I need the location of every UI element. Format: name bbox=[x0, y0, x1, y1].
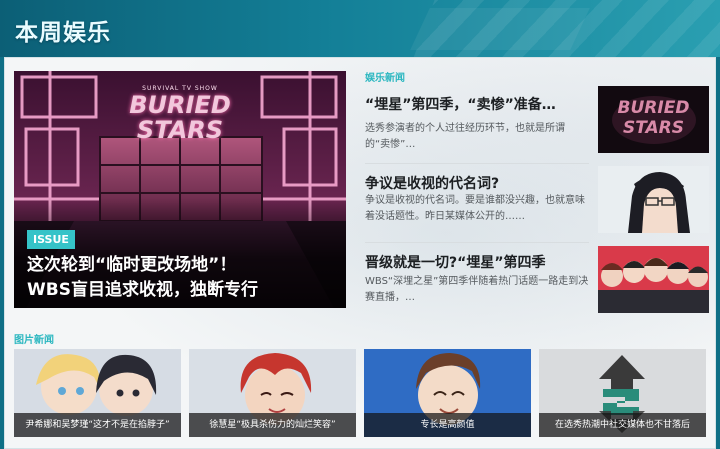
news-title[interactable]: 争议是收视的代名词? bbox=[365, 173, 587, 193]
featured-headline-line: 这次轮到“临时更改场地”！ bbox=[27, 255, 237, 275]
thumbnail-logo-text: BURIED bbox=[617, 98, 690, 118]
featured-headline-line: WBS盲目追求收视，独断专行 bbox=[27, 280, 258, 300]
divider bbox=[365, 242, 589, 243]
thumbnail-logo-text: STARS bbox=[622, 118, 684, 138]
news-thumbnail[interactable] bbox=[598, 246, 709, 313]
header-decoration bbox=[410, 8, 590, 50]
photo-caption: 在选秀热潮中社交媒体也不甘落后 bbox=[539, 413, 706, 437]
photo-card[interactable]: 专长是高颜值 bbox=[364, 349, 531, 437]
photo-card[interactable]: 在选秀热潮中社交媒体也不甘落后 bbox=[539, 349, 706, 437]
news-thumbnail[interactable] bbox=[598, 166, 709, 233]
featured-show-logo: SURVIVAL TV SHOW BURIED STARS bbox=[129, 85, 231, 144]
photo-caption: 专长是高颜值 bbox=[364, 413, 531, 437]
news-item[interactable]: 争议是收视的代名词? 争议是收视的代名词。要是谁都没兴趣，也就意味着没话题性。昨… bbox=[365, 166, 709, 243]
news-item[interactable]: 晋级就是一切?“埋星”第四季 WBS“深埋之星”第四季伴随着热门话题一路走到决赛… bbox=[365, 246, 709, 322]
news-title[interactable]: “埋星”第四季，“卖惨”准备… bbox=[365, 94, 587, 114]
section-label-news: 娱乐新闻 bbox=[365, 73, 405, 84]
news-thumbnail[interactable]: BURIED STARS bbox=[598, 86, 709, 153]
divider bbox=[365, 163, 589, 164]
photo-card[interactable]: 徐慧星“极具杀伤力的灿烂笑容” bbox=[189, 349, 356, 437]
news-title[interactable]: 晋级就是一切?“埋星”第四季 bbox=[365, 252, 587, 272]
news-description: 选秀参演者的个人过往经历环节，也就是所谓的“卖惨”… bbox=[365, 123, 565, 150]
header-bar: 本周娱乐 bbox=[0, 0, 720, 57]
news-description: 争议是收视的代名词。要是谁都没兴趣，也就意味着没话题性。昨日某媒体公开的…… bbox=[365, 195, 585, 222]
issue-badge: ISSUE bbox=[27, 230, 75, 249]
photo-caption: 尹希娜和吴梦瑾“这才不是在掐脖子” bbox=[14, 413, 181, 437]
section-label-photos: 图片新闻 bbox=[14, 335, 54, 346]
featured-article-card[interactable]: SURVIVAL TV SHOW BURIED STARS ISSUE 这次轮到… bbox=[14, 71, 346, 308]
news-item[interactable]: “埋星”第四季，“卖惨”准备… 选秀参演者的个人过往经历环节，也就是所谓的“卖惨… bbox=[365, 86, 709, 164]
featured-headline[interactable]: 这次轮到“临时更改场地”！ WBS盲目追求收视，独断专行 bbox=[27, 253, 337, 303]
photo-card[interactable]: 尹希娜和吴梦瑾“这才不是在掐脖子” bbox=[14, 349, 181, 437]
photo-caption: 徐慧星“极具杀伤力的灿烂笑容” bbox=[189, 413, 356, 437]
page-title: 本周娱乐 bbox=[15, 20, 111, 46]
news-description: WBS“深埋之星”第四季伴随着热门话题一路走到决赛直播，… bbox=[365, 276, 589, 303]
